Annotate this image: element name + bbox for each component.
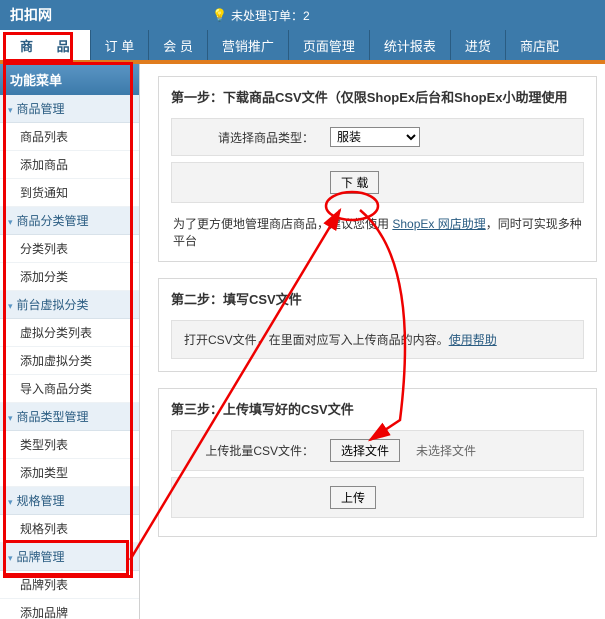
- sidebar-item[interactable]: 添加品牌: [0, 599, 139, 619]
- sidebar-group-brand[interactable]: 品牌管理: [0, 543, 139, 571]
- step1-hint: 为了更方便地管理商店商品，建议您使用 ShopEx 网店助理，同时可实现多种平台: [171, 209, 584, 249]
- file-status-text: 未选择文件: [416, 442, 476, 459]
- step2-text: 打开CSV文件，在里面对应写入上传商品的内容。使用帮助: [171, 320, 584, 359]
- sidebar-item[interactable]: 虚拟分类列表: [0, 319, 139, 347]
- step3-block: 第三步：上传填写好的CSV文件 上传批量CSV文件： 选择文件 未选择文件 上传: [158, 388, 597, 537]
- sidebar-item[interactable]: 添加分类: [0, 263, 139, 291]
- nav-tab-orders[interactable]: 订 单: [90, 30, 149, 60]
- step1-download-row: 下 载: [171, 162, 584, 203]
- step1-type-label: 请选择商品类型：: [184, 129, 314, 146]
- help-link[interactable]: 使用帮助: [449, 333, 497, 347]
- sidebar-group-type[interactable]: 商品类型管理: [0, 403, 139, 431]
- top-bar: 扣扣网 💡 未处理订单：2: [0, 0, 605, 30]
- main-nav: 商 品 订 单 会 员 营销推广 页面管理 统计报表 进货 商店配: [0, 30, 605, 60]
- product-type-select[interactable]: 服装: [330, 127, 420, 147]
- step2-block: 第二步：填写CSV文件 打开CSV文件，在里面对应写入上传商品的内容。使用帮助: [158, 278, 597, 372]
- sidebar-item[interactable]: 到货通知: [0, 179, 139, 207]
- download-button[interactable]: 下 载: [330, 171, 379, 194]
- sidebar-group-virtual[interactable]: 前台虚拟分类: [0, 291, 139, 319]
- step3-file-label: 上传批量CSV文件：: [184, 442, 314, 459]
- upload-button[interactable]: 上传: [330, 486, 376, 509]
- sidebar-item[interactable]: 添加虚拟分类: [0, 347, 139, 375]
- step1-block: 第一步：下载商品CSV文件（仅限ShopEx后台和ShopEx小助理使用 请选择…: [158, 76, 597, 262]
- step1-type-row: 请选择商品类型： 服装: [171, 118, 584, 156]
- step3-upload-row: 上传: [171, 477, 584, 518]
- sidebar-group-product[interactable]: 商品管理: [0, 95, 139, 123]
- nav-tab-products[interactable]: 商 品: [0, 30, 90, 60]
- nav-tab-purchase[interactable]: 进货: [450, 30, 505, 60]
- nav-tab-pages[interactable]: 页面管理: [288, 30, 369, 60]
- sidebar-item[interactable]: 导入商品分类: [0, 375, 139, 403]
- sidebar-item[interactable]: 分类列表: [0, 235, 139, 263]
- sidebar: 功能菜单 商品管理 商品列表 添加商品 到货通知 商品分类管理 分类列表 添加分…: [0, 64, 140, 619]
- sidebar-item[interactable]: 添加商品: [0, 151, 139, 179]
- nav-tab-members[interactable]: 会 员: [148, 30, 207, 60]
- nav-tab-shop[interactable]: 商店配: [505, 30, 573, 60]
- main-content: 第一步：下载商品CSV文件（仅限ShopEx后台和ShopEx小助理使用 请选择…: [140, 64, 605, 619]
- choose-file-button[interactable]: 选择文件: [330, 439, 400, 462]
- nav-tab-reports[interactable]: 统计报表: [369, 30, 450, 60]
- shopex-helper-link[interactable]: ShopEx 网店助理: [392, 217, 485, 231]
- sidebar-item[interactable]: 规格列表: [0, 515, 139, 543]
- sidebar-item[interactable]: 商品列表: [0, 123, 139, 151]
- step2-title: 第二步：填写CSV文件: [159, 279, 596, 316]
- sidebar-item[interactable]: 添加类型: [0, 459, 139, 487]
- bulb-icon: 💡: [212, 8, 227, 22]
- sidebar-item[interactable]: 品牌列表: [0, 571, 139, 599]
- step3-file-row: 上传批量CSV文件： 选择文件 未选择文件: [171, 430, 584, 471]
- sidebar-item[interactable]: 类型列表: [0, 431, 139, 459]
- step1-title: 第一步：下载商品CSV文件（仅限ShopEx后台和ShopEx小助理使用: [159, 77, 596, 114]
- sidebar-group-category[interactable]: 商品分类管理: [0, 207, 139, 235]
- pending-text: 未处理订单：2: [231, 7, 310, 24]
- sidebar-header: 功能菜单: [0, 64, 139, 95]
- step3-title: 第三步：上传填写好的CSV文件: [159, 389, 596, 426]
- brand-title: 扣扣网: [10, 5, 52, 25]
- nav-tab-marketing[interactable]: 营销推广: [207, 30, 288, 60]
- pending-orders[interactable]: 💡 未处理订单：2: [212, 7, 310, 24]
- sidebar-group-spec[interactable]: 规格管理: [0, 487, 139, 515]
